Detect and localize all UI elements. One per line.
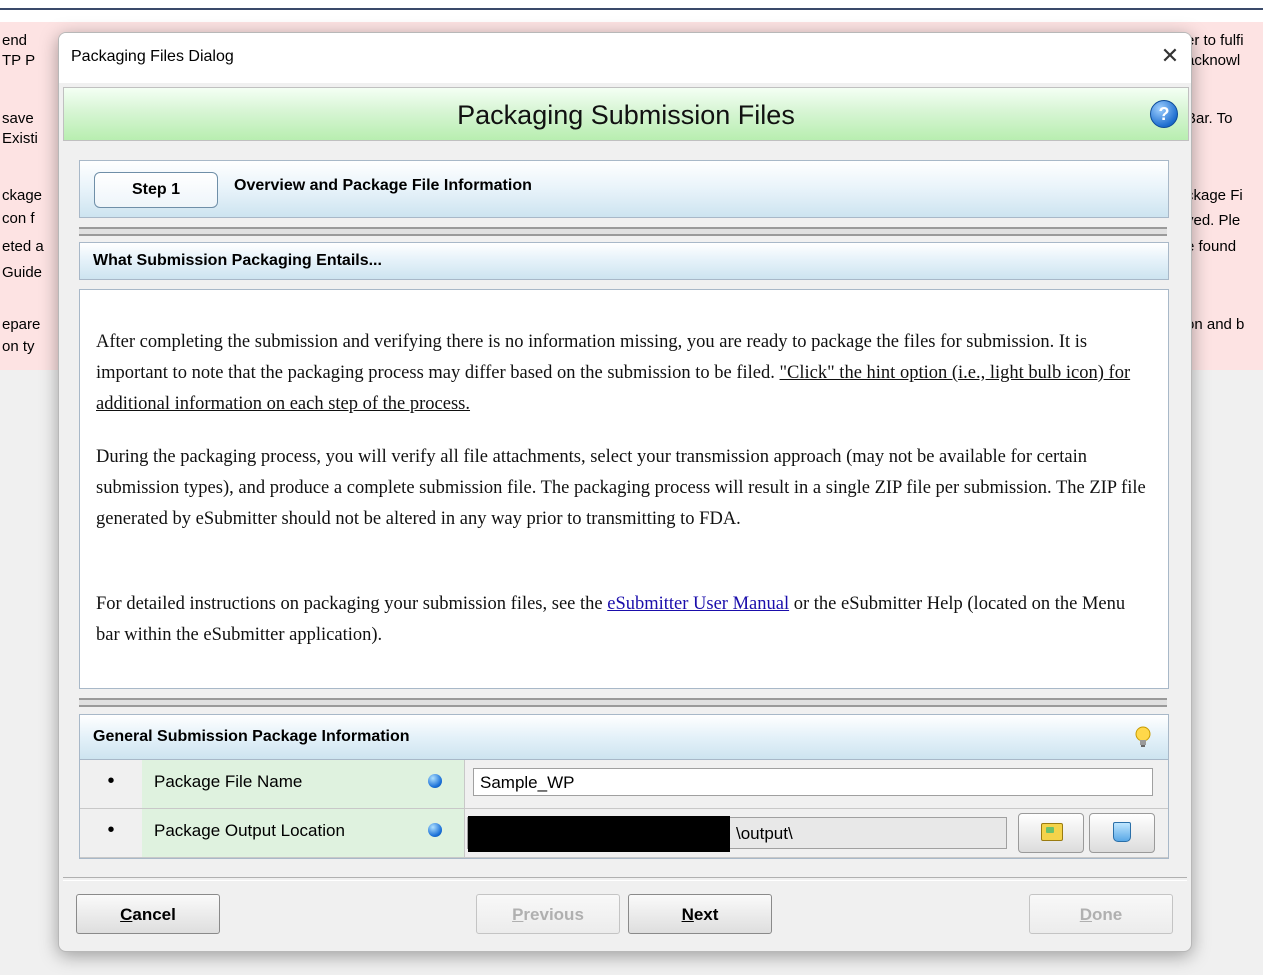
mnemonic: P: [512, 905, 524, 924]
bg-text: er to fulfi: [1186, 32, 1244, 49]
bg-text: yed. Ple: [1186, 212, 1241, 229]
field-label-cell: Package File Name: [142, 760, 465, 809]
dialog-title: Packaging Files Dialog: [71, 48, 234, 65]
recycle-bin-icon: [1113, 822, 1131, 842]
section-header-package-info: General Submission Package Information: [79, 714, 1169, 760]
paragraph-instructions: For detailed instructions on packaging y…: [96, 589, 1146, 651]
banner-title: Packaging Submission Files: [457, 100, 795, 130]
step-bar: Step 1 Overview and Package File Informa…: [79, 160, 1169, 218]
close-button[interactable]: ✕: [1157, 43, 1183, 69]
field-value-cell: \output\: [465, 809, 1168, 858]
bg-text: ckage Fi: [1186, 187, 1243, 204]
package-output-location-label: Package Output Location: [154, 821, 345, 840]
user-manual-link[interactable]: eSubmitter User Manual: [607, 594, 789, 614]
section-title: What Submission Packaging Entails...: [93, 252, 382, 269]
bg-text: save: [2, 110, 34, 127]
bg-text: Existi: [2, 130, 38, 147]
row-bullet: •: [80, 760, 143, 809]
overview-content: After completing the submission and veri…: [79, 289, 1169, 689]
open-folder-icon: [1041, 823, 1063, 841]
button-label: one: [1092, 905, 1123, 924]
bg-text: acknowl: [1186, 52, 1241, 69]
paragraph-process: During the packaging process, you will v…: [96, 447, 1146, 529]
section-header-overview: What Submission Packaging Entails...: [79, 242, 1169, 280]
clear-location-button[interactable]: [1089, 813, 1155, 853]
paragraph-text: For detailed instructions on packaging y…: [96, 594, 608, 614]
next-button[interactable]: Next: [628, 894, 772, 934]
packaging-files-dialog: Packaging Files Dialog ✕ Packaging Submi…: [58, 32, 1192, 952]
step-description: Overview and Package File Information: [234, 177, 532, 194]
table-row: • Package File Name Sample_WP: [80, 760, 1168, 809]
lightbulb-hint-icon[interactable]: [1134, 726, 1152, 748]
bg-text: TP P: [2, 52, 36, 69]
step-indicator: Step 1: [94, 172, 218, 208]
package-file-name-label: Package File Name: [154, 772, 303, 791]
previous-button[interactable]: Previous: [476, 894, 620, 934]
button-label: ext: [693, 905, 719, 924]
section-divider: [79, 698, 1167, 707]
section-divider: [79, 227, 1167, 236]
field-label-cell: Package Output Location: [142, 809, 465, 858]
section-title: General Submission Package Information: [93, 728, 410, 745]
package-file-name-input[interactable]: Sample_WP: [473, 768, 1153, 796]
bg-text: eted a: [2, 238, 44, 255]
bg-text: ckage: [2, 187, 43, 204]
mnemonic: N: [681, 905, 694, 924]
package-info-table: • Package File Name Sample_WP • Package …: [79, 759, 1169, 859]
bg-text: end: [2, 32, 28, 49]
mnemonic: D: [1079, 905, 1093, 924]
paragraph-intro: After completing the submission and veri…: [96, 327, 1146, 420]
bg-text: con f: [2, 210, 35, 227]
mnemonic: C: [120, 905, 133, 924]
bg-text: on and b: [1186, 316, 1245, 333]
dialog-banner: Packaging Submission Files ?: [63, 87, 1189, 141]
redacted-path: [468, 816, 730, 852]
bg-text: Guide: [2, 264, 43, 281]
footer-divider: [63, 877, 1187, 881]
done-button[interactable]: Done: [1029, 894, 1173, 934]
button-label: ancel: [132, 905, 176, 924]
package-output-location-field[interactable]: \output\: [467, 816, 1007, 852]
cancel-button[interactable]: Cancel: [76, 894, 220, 934]
button-label: revious: [523, 905, 584, 924]
output-path-text: \output\: [736, 824, 793, 843]
required-indicator-icon: [428, 823, 442, 837]
row-bullet: •: [80, 809, 143, 858]
help-icon[interactable]: ?: [1150, 100, 1178, 128]
app-top-border: [0, 0, 1263, 10]
bg-text: on ty: [2, 338, 35, 355]
dialog-titlebar[interactable]: Packaging Files Dialog ✕: [59, 33, 1191, 83]
browse-folder-button[interactable]: [1018, 813, 1084, 853]
bg-text: epare: [2, 316, 41, 333]
required-indicator-icon: [428, 774, 442, 788]
bg-text: Bar. To: [1186, 110, 1233, 127]
bg-text: e found: [1186, 238, 1237, 255]
table-row: • Package Output Location \output\: [80, 809, 1168, 858]
field-value-cell: Sample_WP: [465, 760, 1168, 809]
